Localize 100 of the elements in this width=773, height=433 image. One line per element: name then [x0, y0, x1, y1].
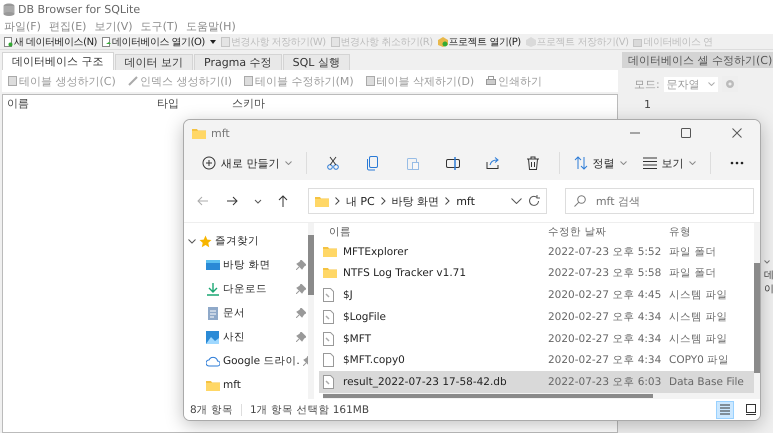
chevron-icon — [188, 238, 196, 244]
folder-icon — [314, 195, 329, 207]
file-name: $J — [343, 289, 353, 302]
chevron-icon — [708, 82, 715, 86]
file-icon — [323, 353, 337, 368]
maximize-icon — [681, 128, 691, 138]
tab[interactable]: SQL 실행 — [282, 54, 350, 70]
nav-label: 다운로드 — [223, 282, 268, 296]
file-row[interactable]: $MFT.copy0 2020-02-27 오후 4:34 COPY0 파일 — [319, 350, 754, 372]
file-gear-icon — [323, 288, 337, 302]
toolbar-button[interactable]: 데이터베이스 열기(O) — [102, 34, 205, 48]
panel-text: 데이 — [764, 269, 773, 296]
nav-item[interactable]: 바탕 화면 — [188, 253, 306, 277]
breadcrumb[interactable]: mft — [456, 194, 475, 208]
close-icon — [732, 128, 742, 138]
key-icon — [128, 76, 138, 86]
scrollbar-thumb[interactable] — [323, 394, 653, 398]
scrollbar-thumb[interactable] — [754, 263, 760, 373]
chevron-icon — [445, 197, 450, 205]
folder-icon — [323, 244, 337, 259]
file-row[interactable]: NTFS Log Tracker v1.71 2022-07-23 오후 5:58 파일 폴더 — [319, 262, 754, 284]
nav-label: 문서 — [223, 306, 246, 320]
chevron-icon — [620, 161, 626, 165]
folder-icon — [206, 378, 220, 392]
nav-label: 즐겨찾기 — [215, 234, 260, 248]
toolbar-button[interactable]: 정렬 — [568, 149, 632, 177]
file-name: result_2022-07-23 17-58-42.db — [343, 376, 507, 388]
tab[interactable]: 데이터 보기 — [114, 54, 193, 70]
toolbar-button[interactable]: 프로젝트 열기(P) — [438, 34, 521, 48]
refresh-icon — [528, 195, 540, 207]
chevron-icon — [284, 161, 292, 165]
toolbar-button[interactable]: 새로 만들기 — [196, 149, 298, 177]
file-type: 파일 폴더 — [668, 244, 718, 259]
database-icon — [3, 2, 15, 16]
column-header[interactable]: 이름 — [3, 96, 153, 110]
plus-circle-icon — [202, 156, 216, 170]
paste-icon — [406, 156, 420, 170]
search-input[interactable]: mft 검색 — [594, 194, 745, 208]
column-header[interactable]: 수정한 날짜 — [542, 224, 663, 239]
nav-item[interactable]: 즐겨찾기 — [188, 229, 306, 253]
database-icon — [633, 36, 642, 46]
chevron-icon — [764, 260, 773, 264]
list-view-icon — [719, 403, 731, 416]
column-header[interactable]: 유형 — [663, 224, 754, 239]
trash-icon — [526, 156, 540, 170]
menu-item[interactable]: 보기(V) — [94, 18, 133, 34]
file-row[interactable]: $MFT 2020-02-27 오후 4:34 시스템 파일 — [319, 328, 754, 350]
breadcrumb[interactable]: 바탕 화면 — [392, 194, 440, 208]
mode-label: 모드: — [634, 76, 660, 92]
menu-item[interactable]: 도구(T) — [140, 18, 178, 34]
column-header[interactable]: 스키마 — [228, 96, 348, 110]
search-icon — [574, 195, 586, 207]
column-header[interactable]: 이름 — [323, 224, 542, 239]
file-type: 시스템 파일 — [668, 310, 728, 324]
details-view-button[interactable] — [716, 400, 734, 418]
search-field[interactable]: mft 검색 — [564, 188, 754, 214]
nav-item[interactable]: 문서 — [188, 301, 306, 325]
document-icon — [206, 306, 220, 320]
file-name: MFTExplorer — [343, 246, 408, 258]
file-row[interactable]: result_2022-07-23 17-58-42.db 2022-07-23 오후 6:03 Data Base File — [319, 371, 754, 394]
new-file-icon — [4, 36, 13, 46]
tab[interactable]: Pragma 수정 — [194, 54, 282, 70]
menu-item[interactable]: 편집(E) — [48, 18, 86, 34]
address-bar[interactable]: 내 PC 바탕 화면 mft — [308, 188, 547, 214]
tab[interactable]: 데이터베이스 구조 — [2, 52, 114, 70]
star-icon — [199, 234, 212, 248]
download-icon — [206, 282, 220, 296]
file-gear-icon — [323, 332, 337, 346]
column-header[interactable]: 타입 — [153, 96, 228, 110]
file-type: 파일 폴더 — [668, 266, 718, 280]
nav-item[interactable]: 다운로드 — [188, 277, 306, 301]
file-type: 시스템 파일 — [668, 332, 728, 346]
scrollbar-thumb[interactable] — [308, 235, 314, 295]
file-type: COPY0 파일 — [668, 353, 730, 368]
status-text: 1개 항목 선택함 161MB — [250, 402, 370, 416]
table-icon — [366, 76, 375, 86]
app-title: DB Browser for SQLite — [18, 2, 140, 16]
panel-title: 데이터베이스 셀 수정하기(C) — [622, 52, 773, 68]
toolbar-button[interactable]: 새 데이터베이스(N) — [4, 34, 97, 48]
chevron-icon — [510, 198, 522, 204]
rename-icon — [446, 156, 460, 170]
file-row[interactable]: $J 2020-02-27 오후 4:45 시스템 파일 — [319, 284, 754, 306]
breadcrumb[interactable]: 내 PC — [346, 194, 375, 208]
file-row[interactable]: $LogFile 2020-02-27 오후 4:34 시스템 파일 — [319, 306, 754, 328]
file-gear-icon — [323, 375, 337, 390]
printer-icon — [486, 76, 496, 86]
line-number: 1 — [644, 98, 652, 111]
file-row[interactable]: MFTExplorer 2022-07-23 오후 5:52 파일 폴더 — [319, 240, 754, 263]
forward-arrow-icon — [225, 194, 240, 208]
nav-item[interactable]: 사진 — [188, 325, 306, 349]
menu-item[interactable]: 파일(F) — [4, 18, 41, 34]
table-icon — [8, 76, 17, 86]
menu-item[interactable]: 도움말(H) — [186, 18, 236, 34]
file-date: 2022-07-23 오후 5:58 — [547, 266, 662, 280]
cloud-icon — [206, 354, 220, 368]
status-text: 8개 항목 — [190, 402, 234, 416]
file-name: $LogFile — [343, 310, 386, 323]
nav-item[interactable]: mft — [188, 373, 306, 397]
toolbar-button[interactable]: 보기 — [636, 149, 702, 177]
monitor-icon — [206, 258, 220, 272]
